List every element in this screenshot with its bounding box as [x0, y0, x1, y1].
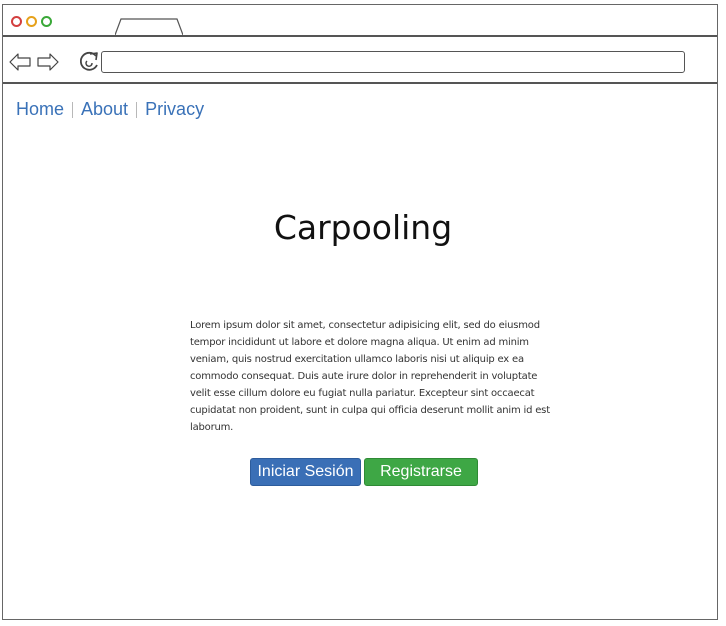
reload-icon[interactable]	[77, 50, 101, 74]
title-bar	[3, 5, 717, 37]
address-bar[interactable]	[101, 51, 685, 73]
nav-link-privacy[interactable]: Privacy	[145, 99, 204, 120]
page-title: Carpooling	[273, 208, 453, 247]
left-arrow-icon[interactable]	[8, 52, 32, 72]
nav-link-home[interactable]: Home	[16, 99, 64, 120]
intro-paragraph: Lorem ipsum dolor sit amet, consectetur …	[190, 320, 550, 433]
register-button[interactable]: Registrarse	[364, 458, 478, 486]
nav-divider	[72, 101, 74, 118]
nav-link-about[interactable]: About	[81, 99, 128, 120]
login-button[interactable]: Iniciar Sesión	[250, 458, 361, 486]
close-window-icon[interactable]	[11, 16, 22, 27]
right-arrow-icon[interactable]	[36, 52, 60, 72]
browser-tab[interactable]	[115, 18, 183, 36]
window-controls	[11, 16, 52, 27]
browser-toolbar	[3, 37, 717, 84]
browser-window	[2, 4, 718, 620]
nav-divider	[136, 101, 138, 118]
minimize-window-icon[interactable]	[26, 16, 37, 27]
top-navigation: Home About Privacy	[16, 99, 204, 120]
maximize-window-icon[interactable]	[41, 16, 52, 27]
